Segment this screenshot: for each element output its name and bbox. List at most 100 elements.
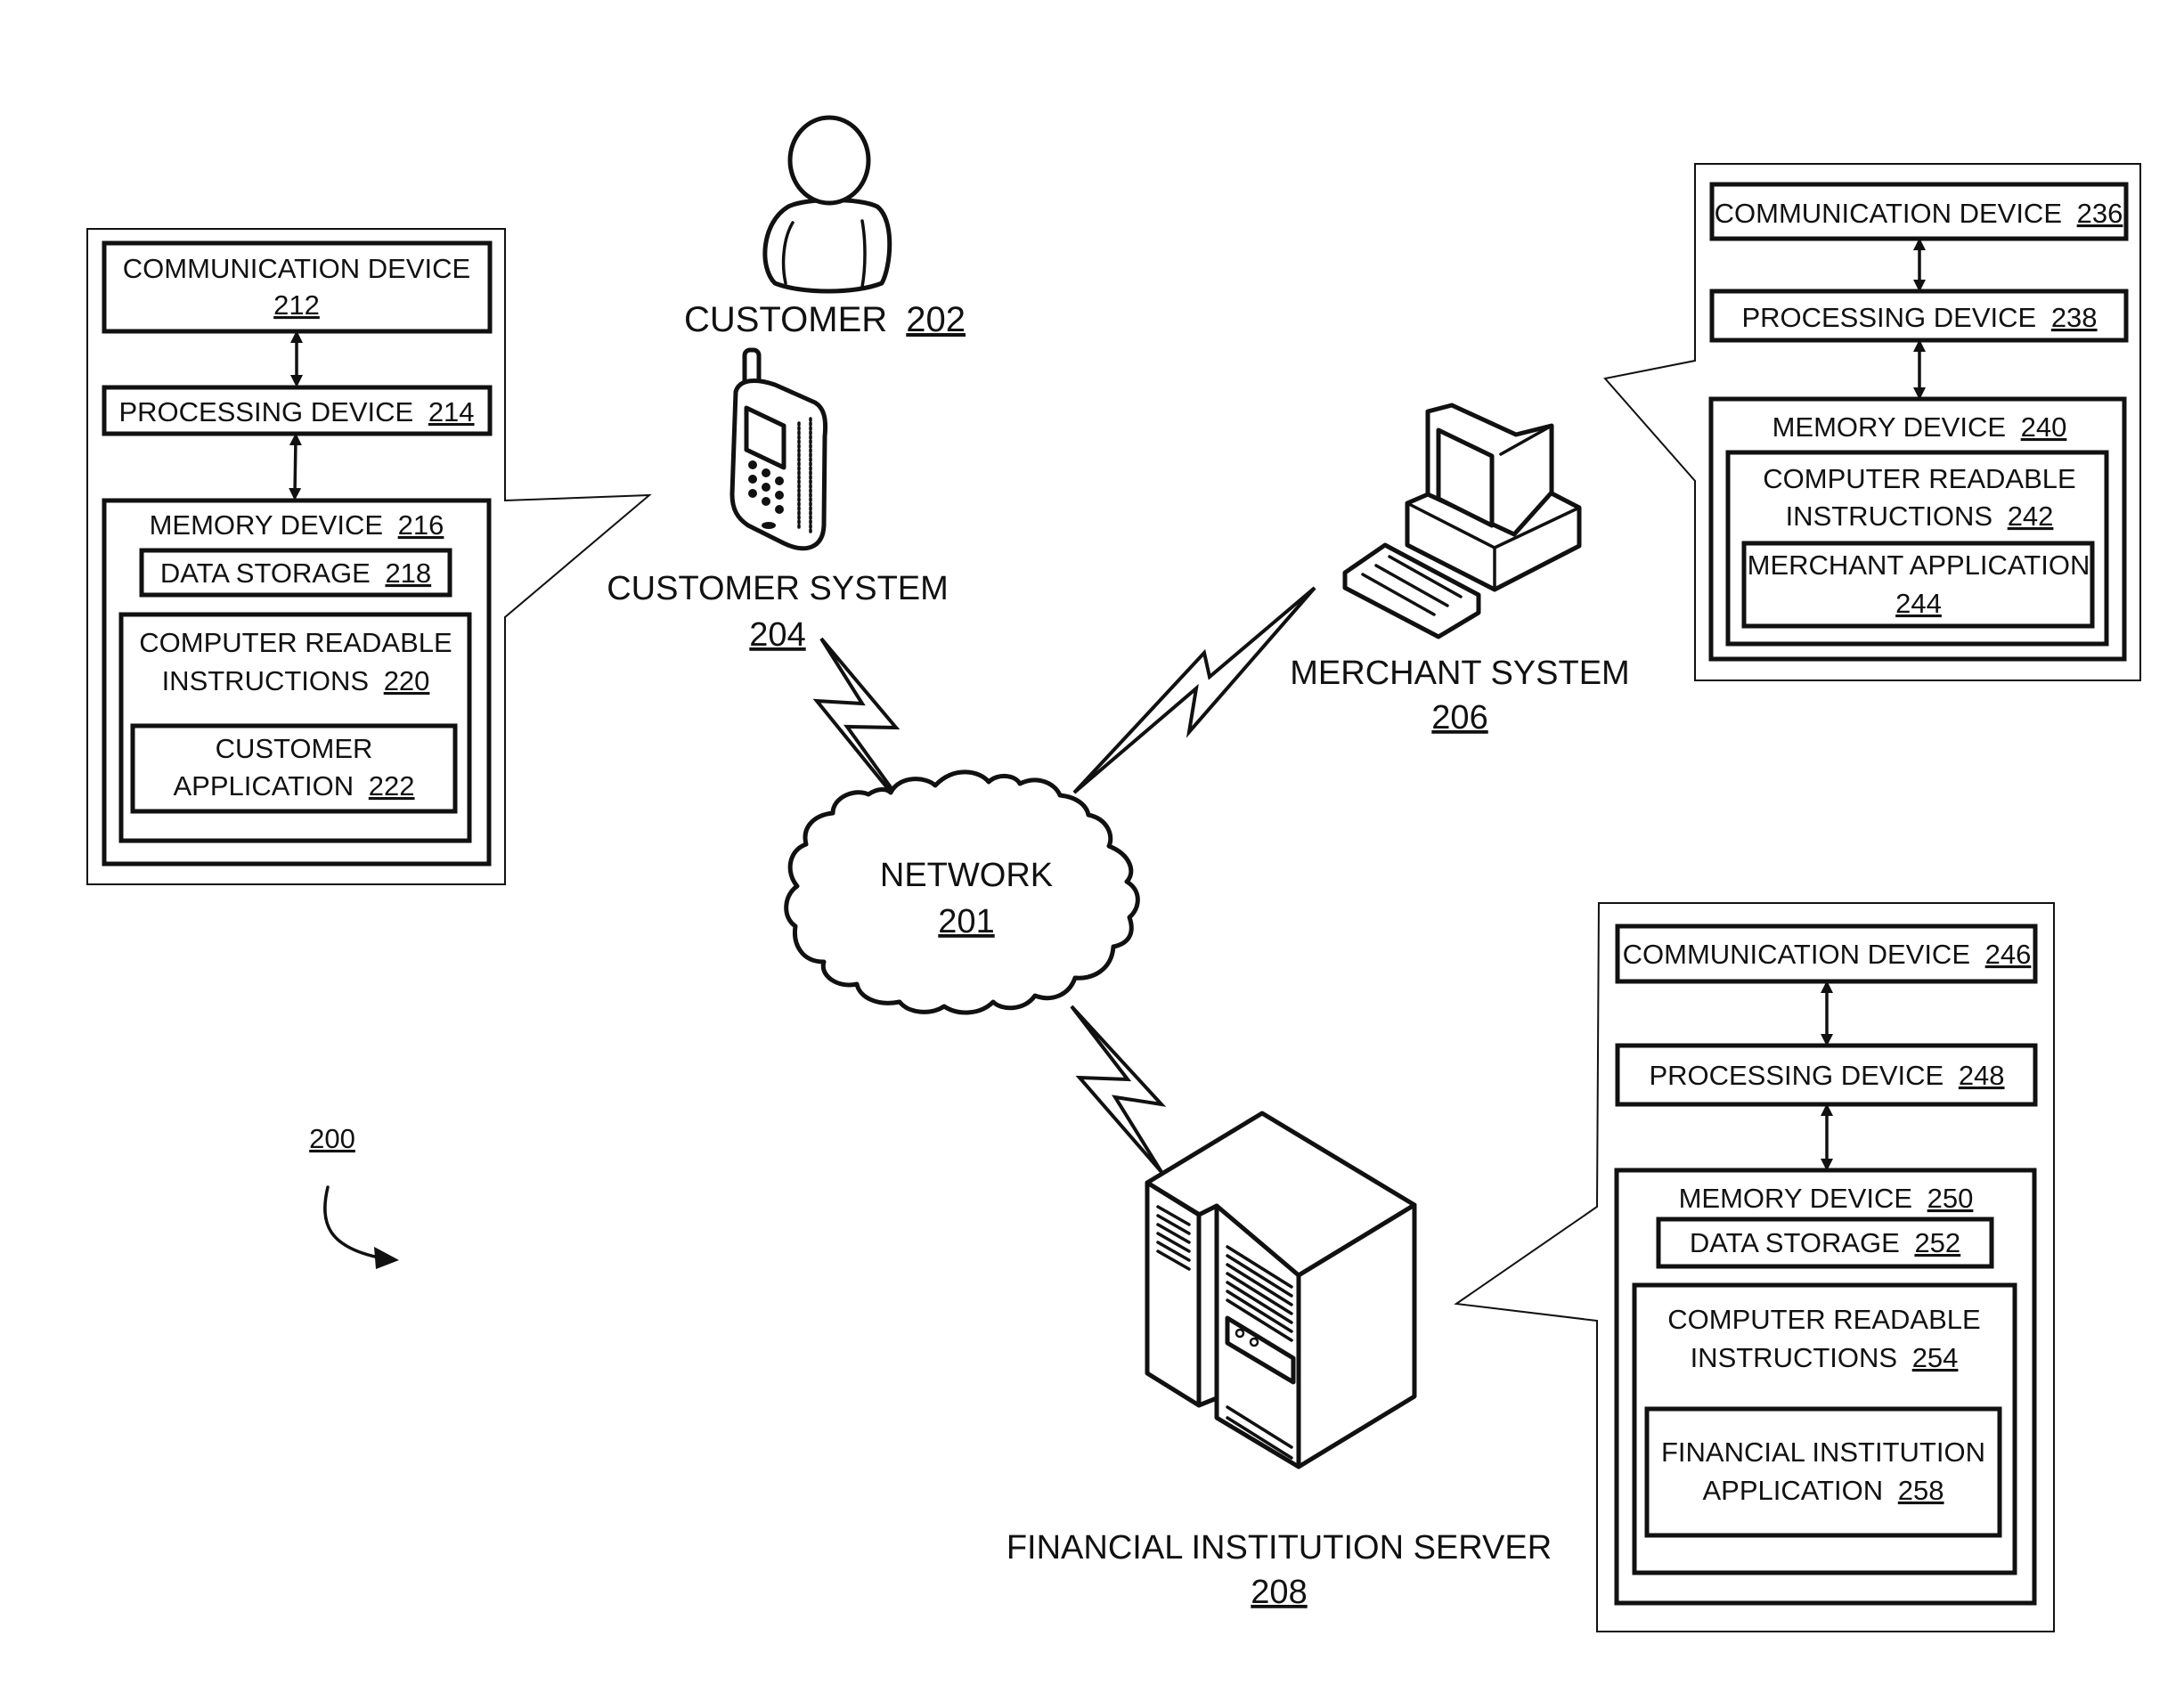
- customer-system: CUSTOMER SYSTEM 204: [607, 347, 949, 654]
- customer-application-222-box: CUSTOMER APPLICATION 222: [130, 723, 458, 814]
- memory-device-ref: 250: [1927, 1183, 1974, 1214]
- communication-device-label: COMMUNICATION DEVICE: [123, 253, 470, 284]
- svg-text:MEMORY DEVICE 216: MEMORY DEVICE 216: [150, 509, 444, 541]
- mobile-phone-icon: [729, 347, 828, 551]
- processing-device-label: PROCESSING DEVICE: [1649, 1060, 1944, 1091]
- svg-text:CUSTOMER 202: CUSTOMER 202: [684, 300, 966, 339]
- communication-device-236-box: COMMUNICATION DEVICE 236: [1709, 182, 2129, 241]
- application-line1: MERCHANT APPLICATION: [1748, 549, 2090, 581]
- cri-ref: 254: [1912, 1342, 1959, 1373]
- svg-text:INSTRUCTIONS 254: INSTRUCTIONS 254: [1691, 1342, 1959, 1373]
- customer-system-label: CUSTOMER SYSTEM: [607, 570, 949, 607]
- merchant-application-244-box: MERCHANT APPLICATION 244: [1741, 541, 2095, 629]
- svg-text:COMMUNICATION DEVICE 2: COMMUNICATION DEVICE 246: [1623, 939, 2032, 970]
- cri-line2: INSTRUCTIONS: [162, 665, 370, 696]
- wireless-link-server-icon: [1070, 1005, 1167, 1174]
- customer-ref: 202: [906, 300, 966, 339]
- network-label: NETWORK: [880, 857, 1053, 894]
- data-storage-label: DATA STORAGE: [160, 558, 371, 589]
- svg-text:MEMORY DEVICE 240: MEMORY DEVICE 240: [1772, 411, 2067, 443]
- network-ref: 201: [938, 903, 994, 940]
- merchant-system-label: MERCHANT SYSTEM: [1290, 655, 1629, 692]
- bidirectional-arrow-icon: [289, 433, 302, 501]
- communication-device-ref: 246: [1985, 939, 2032, 970]
- communication-device-ref: 236: [2077, 198, 2123, 229]
- processing-device-label: PROCESSING DEVICE: [118, 396, 413, 427]
- data-storage-ref: 218: [385, 558, 431, 589]
- curved-arrow-icon: [323, 1185, 380, 1259]
- application-line1: CUSTOMER: [216, 733, 373, 764]
- figure-reference: 200: [309, 1123, 399, 1269]
- customer-system-ref: 204: [749, 616, 805, 654]
- svg-text:PROCESSING DEVICE 238: PROCESSING DEVICE 238: [1741, 302, 2097, 333]
- application-ref: 244: [1895, 588, 1942, 619]
- server-label: FINANCIAL INSTITUTION SERVER: [1006, 1529, 1552, 1567]
- wireless-link-customer-icon: [812, 637, 900, 794]
- application-ref: 258: [1898, 1475, 1944, 1506]
- data-storage-ref: 252: [1914, 1227, 1960, 1258]
- svg-text:INSTRUCTIONS 242: INSTRUCTIONS 242: [1786, 501, 2054, 532]
- svg-text:DATA STORAGE 218: DATA STORAGE 218: [160, 558, 431, 589]
- cri-line2: INSTRUCTIONS: [1691, 1342, 1898, 1373]
- network: NETWORK 201: [784, 769, 1140, 1015]
- data-storage-252-box: DATA STORAGE 252: [1656, 1217, 1994, 1269]
- application-line2: APPLICATION: [173, 770, 354, 802]
- application-line2: APPLICATION: [1702, 1475, 1883, 1506]
- merchant-system: MERCHANT SYSTEM 206: [1290, 403, 1630, 737]
- memory-device-240-box: MEMORY DEVICE 240 COMPUTER READABLE INST…: [1708, 396, 2127, 662]
- processing-device-238-box: PROCESSING DEVICE 238: [1709, 289, 2129, 343]
- processing-device-214-box: PROCESSING DEVICE 214: [102, 385, 493, 436]
- communication-device-label: COMMUNICATION DEVICE: [1715, 198, 2062, 229]
- wireless-link-merchant-icon: [1072, 586, 1316, 794]
- memory-device-label: MEMORY DEVICE: [150, 509, 383, 541]
- memory-device-216-box: MEMORY DEVICE 216 DATA STORAGE 218 COMPU…: [102, 498, 492, 867]
- svg-text:COMMUNICATION DEVICE 2: COMMUNICATION DEVICE 236: [1715, 198, 2123, 229]
- arrowhead-icon: [374, 1247, 399, 1269]
- customer: CUSTOMER 202: [684, 115, 966, 339]
- processing-device-248-box: PROCESSING DEVICE 248: [1615, 1043, 2038, 1107]
- processing-device-ref: 214: [428, 396, 475, 427]
- computer-readable-instructions-220-box: COMPUTER READABLE INSTRUCTIONS 220 CUSTO…: [118, 612, 472, 843]
- financial-institution-server: FINANCIAL INSTITUTION SERVER 208: [1006, 1111, 1552, 1611]
- system-diagram: COMMUNICATION DEVICE 212 PROCESSING DEVI…: [86, 115, 2141, 1632]
- merchant-system-callout: COMMUNICATION DEVICE 236 PROCESSING DEVI…: [1603, 163, 2141, 681]
- memory-device-label: MEMORY DEVICE: [1772, 411, 2006, 443]
- svg-text:PROCESSING DEVICE 248: PROCESSING DEVICE 248: [1649, 1060, 2004, 1091]
- data-storage-218-box: DATA STORAGE 218: [139, 548, 452, 598]
- svg-text:APPLICATION 222: APPLICATION 222: [173, 770, 414, 802]
- computer-readable-instructions-242-box: COMPUTER READABLE INSTRUCTIONS 242 MERCH…: [1725, 450, 2109, 647]
- svg-text:APPLICATION 258: APPLICATION 258: [1702, 1475, 1944, 1506]
- communication-device-ref: 212: [273, 289, 320, 321]
- memory-device-label: MEMORY DEVICE: [1679, 1183, 1912, 1214]
- processing-device-label: PROCESSING DEVICE: [1741, 302, 2036, 333]
- customer-system-callout: COMMUNICATION DEVICE 212 PROCESSING DEVI…: [86, 228, 652, 885]
- application-line1: FINANCIAL INSTITUTION: [1661, 1436, 1985, 1468]
- communication-device-212-box: COMMUNICATION DEVICE 212: [102, 240, 493, 334]
- cri-line1: COMPUTER READABLE: [1667, 1304, 1980, 1335]
- cri-line2: INSTRUCTIONS: [1786, 501, 1993, 532]
- application-ref: 222: [369, 770, 415, 802]
- financial-institution-callout: COMMUNICATION DEVICE 246 PROCESSING DEVI…: [1454, 902, 2055, 1632]
- data-storage-label: DATA STORAGE: [1690, 1227, 1900, 1258]
- communication-device-label: COMMUNICATION DEVICE: [1623, 939, 1970, 970]
- financial-institution-application-258-box: FINANCIAL INSTITUTION APPLICATION 258: [1644, 1406, 2002, 1538]
- desktop-computer-icon: [1342, 403, 1582, 639]
- customer-label: CUSTOMER: [684, 300, 887, 339]
- memory-device-ref: 240: [2021, 411, 2067, 443]
- svg-text:MEMORY DEVICE 250: MEMORY DEVICE 250: [1679, 1183, 1974, 1214]
- memory-device-250-box: MEMORY DEVICE 250 DATA STORAGE 252 COMPU…: [1614, 1168, 2037, 1606]
- cri-line1: COMPUTER READABLE: [139, 627, 452, 658]
- person-icon: [762, 115, 892, 294]
- svg-text:INSTRUCTIONS 220: INSTRUCTIONS 220: [162, 665, 430, 696]
- memory-device-ref: 216: [398, 509, 444, 541]
- cri-line1: COMPUTER READABLE: [1763, 463, 2075, 494]
- server-icon: [1145, 1111, 1417, 1469]
- communication-device-246-box: COMMUNICATION DEVICE 246: [1615, 924, 2038, 984]
- computer-readable-instructions-254-box: COMPUTER READABLE INSTRUCTIONS 254 FINAN…: [1632, 1282, 2017, 1575]
- cri-ref: 220: [384, 665, 430, 696]
- processing-device-ref: 248: [1959, 1060, 2005, 1091]
- svg-text:PROCESSING DEVICE 214: PROCESSING DEVICE 214: [118, 396, 474, 427]
- svg-text:DATA STORAGE 252: DATA STORAGE 252: [1690, 1227, 1960, 1258]
- cri-ref: 242: [2008, 501, 2054, 532]
- server-ref: 208: [1251, 1574, 1307, 1611]
